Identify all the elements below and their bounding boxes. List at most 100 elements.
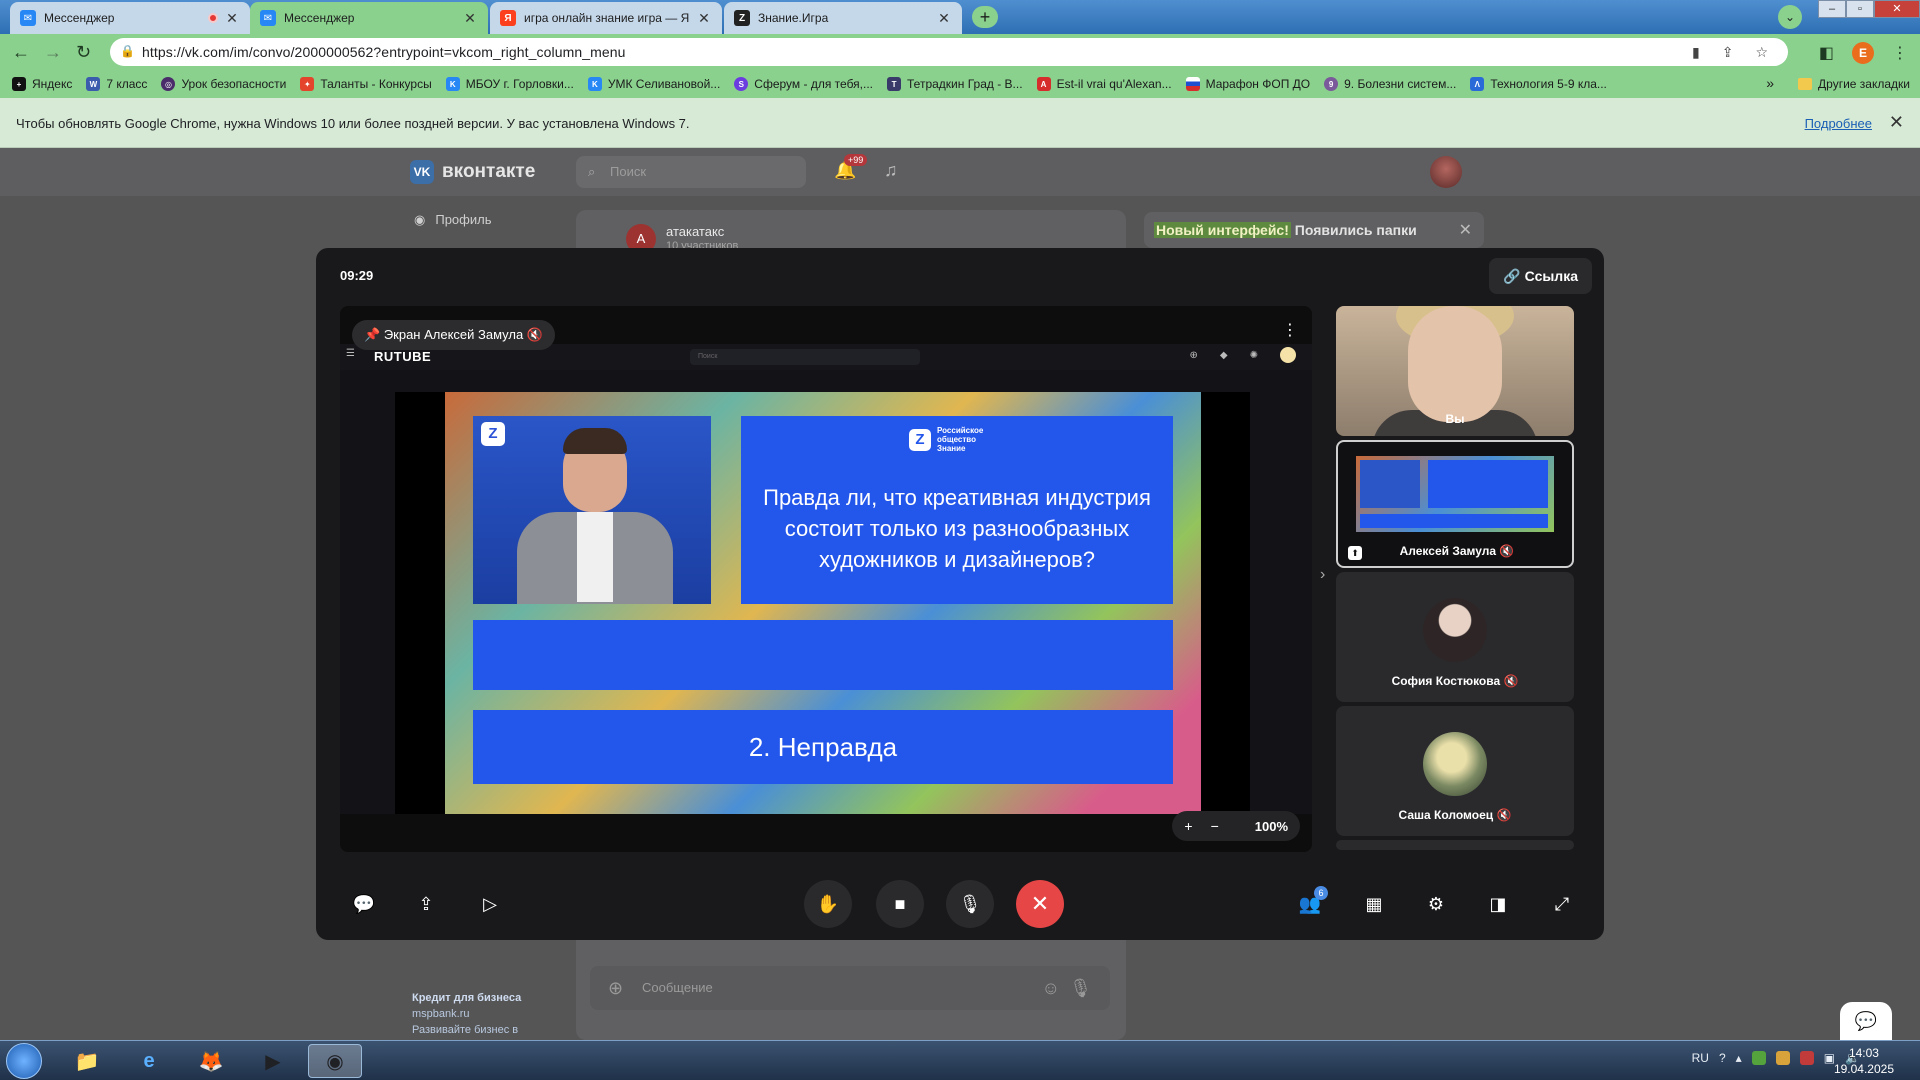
participants-button[interactable]: 👥 6	[1286, 880, 1334, 928]
chevron-right-icon[interactable]: ›	[1320, 566, 1325, 584]
participant-tile-self[interactable]: Вы	[1336, 306, 1574, 436]
profile-avatar[interactable]: E	[1852, 42, 1874, 64]
zoom-in-icon[interactable]: +	[1184, 818, 1192, 834]
ad-domain: mspbank.ru	[412, 1008, 470, 1020]
copy-link-button[interactable]: 🔗 Ссылка	[1489, 258, 1592, 294]
close-icon[interactable]: ✕	[696, 10, 712, 27]
participant-tile-screen-share[interactable]: ⬆ Алексей Замула 🔇	[1336, 440, 1574, 568]
explorer-icon[interactable]: 📁	[60, 1044, 114, 1078]
bookmark-item[interactable]: 9 9. Болезни систем...	[1324, 77, 1456, 91]
music-note-icon[interactable]: ♫	[884, 160, 898, 181]
picture-in-picture-icon[interactable]: ◨	[1474, 880, 1522, 928]
firefox-icon[interactable]: 🦊	[184, 1044, 238, 1078]
start-button[interactable]	[6, 1043, 42, 1079]
bookmark-item[interactable]: K УМК Селивановой...	[587, 77, 720, 91]
attach-plus-icon[interactable]: ⊕	[608, 966, 623, 1010]
vk-user-avatar[interactable]	[1430, 156, 1462, 188]
tab-messenger-2[interactable]: ✉ Мессенджер ✕	[250, 2, 488, 34]
bookmark-item[interactable]: Марафон ФОП ДО	[1185, 77, 1310, 91]
windows-taskbar: 📁 e 🦊 ▶ ◉ RU ? ▴ ▣ 🔈 14:03 19.04.2025	[0, 1040, 1920, 1080]
back-arrow-icon[interactable]: ←	[12, 42, 30, 63]
flag-icon[interactable]	[1799, 1051, 1814, 1065]
media-player-icon[interactable]: ▶	[246, 1044, 300, 1078]
address-bar[interactable]: 🔒 https://vk.com/im/convo/2000000562?ent…	[110, 38, 1788, 66]
close-icon[interactable]: ✕	[936, 10, 952, 27]
close-icon[interactable]: ✕	[1889, 112, 1904, 133]
other-bookmarks[interactable]: Другие закладки	[1798, 77, 1910, 91]
share-icon[interactable]: ⇪	[1722, 44, 1734, 61]
nvidia-icon[interactable]	[1751, 1051, 1766, 1065]
reload-icon[interactable]: ↻	[76, 42, 91, 63]
kebab-menu-icon[interactable]: ⋮	[1282, 320, 1298, 340]
microphone-button[interactable]: 🎙	[946, 880, 994, 928]
microphone-icon[interactable]: 🎙	[1069, 966, 1092, 1010]
gear-icon[interactable]: ⚙	[1412, 880, 1460, 928]
clock-time: 14:03	[1848, 1046, 1879, 1060]
tray-expand-icon[interactable]: ▴	[1736, 1051, 1742, 1065]
window-close-button[interactable]: ✕	[1874, 0, 1920, 18]
vk-search-input[interactable]: ⌕ Поиск	[576, 156, 806, 188]
message-input[interactable]: ⊕ Сообщение ☺ 🎙	[590, 966, 1110, 1010]
raise-hand-button[interactable]: ✋	[804, 880, 852, 928]
address-url[interactable]: https://vk.com/im/convo/2000000562?entry…	[142, 44, 626, 60]
tray-app-icon[interactable]	[1775, 1051, 1790, 1065]
bookmark-item[interactable]: ✦ Таланты - Конкурсы	[300, 77, 432, 91]
kebab-menu-icon[interactable]: ⋮	[1892, 43, 1908, 63]
bookmark-item[interactable]: + Яндекс	[12, 77, 72, 91]
maximize-button[interactable]: ▫	[1846, 0, 1874, 18]
sidebar-item-profile[interactable]: ◉ Профиль	[414, 212, 491, 228]
vk-logo[interactable]: VK вконтакте	[410, 160, 535, 184]
tab-znanie-game[interactable]: Z Знание.Игра ✕	[724, 2, 962, 34]
help-icon[interactable]: ?	[1719, 1051, 1726, 1065]
close-icon[interactable]: ✕	[462, 10, 478, 27]
close-icon[interactable]: ✕	[1459, 220, 1472, 240]
screen-share-stage[interactable]: 📌 Экран Алексей Замула 🔇 ⋮ ☰ RUTUBE Поис…	[340, 306, 1312, 852]
screen-share-icon[interactable]: ⇪	[402, 880, 450, 928]
internet-explorer-icon[interactable]: e	[122, 1044, 176, 1078]
bookmark-item[interactable]: Λ Технология 5-9 кла...	[1470, 77, 1607, 91]
chrome-icon[interactable]: ◉	[308, 1044, 362, 1078]
fullscreen-icon[interactable]: ⤢	[1538, 880, 1586, 928]
bookmark-item[interactable]: S Сферум - для тебя,...	[734, 77, 873, 91]
language-indicator[interactable]: RU	[1692, 1051, 1709, 1065]
close-icon[interactable]: ✕	[224, 10, 240, 27]
chat-name[interactable]: атакатакс	[666, 224, 724, 239]
forward-arrow-icon[interactable]: →	[44, 42, 62, 63]
tab-yandex-search[interactable]: Я игра онлайн знание игра — Янд ✕	[490, 2, 722, 34]
bookmark-item[interactable]: ◎ Урок безопасности	[161, 77, 286, 91]
bookmark-star-icon[interactable]: ☆	[1755, 44, 1768, 61]
camera-in-use-icon[interactable]: ▮	[1692, 44, 1700, 61]
zoom-level: 100%	[1254, 818, 1288, 834]
participant-tile[interactable]: Саша Коломоец 🔇	[1336, 706, 1574, 836]
new-interface-banner: Новый интерфейс! Появились папки ✕	[1144, 212, 1484, 248]
ad-block[interactable]: Кредит для бизнеса mspbank.ru Развивайте…	[412, 990, 521, 1038]
bookmarks-bar: + Яндекс W7 класс ◎ Урок безопасности ✦ Тал…	[0, 70, 1920, 98]
bookmark-item[interactable]: T Тетрадкин Град - В...	[887, 77, 1023, 91]
bookmark-item[interactable]: W7 класс	[86, 77, 147, 91]
thumb-question	[1428, 460, 1548, 508]
infobar-message: Чтобы обновлять Google Chrome, нужна Win…	[16, 116, 690, 131]
bookmark-item[interactable]: A Est-il vrai qu'Alexan...	[1036, 77, 1172, 91]
tab-search-icon[interactable]: ⌄	[1778, 5, 1802, 29]
vk-messenger-icon: ✉	[260, 10, 276, 26]
tab-messenger-1[interactable]: ✉ Мессенджер ✕	[10, 2, 250, 34]
zoom-out-icon[interactable]: −	[1211, 818, 1219, 834]
minimize-button[interactable]: –	[1818, 0, 1846, 18]
quiz-answer: 2. Неправда	[473, 710, 1173, 784]
chat-bubble-fab[interactable]: 💬	[1840, 1002, 1892, 1040]
infobar-more-link[interactable]: Подробнее	[1805, 116, 1872, 131]
bookmark-item[interactable]: K МБОУ г. Горловки...	[445, 77, 574, 91]
end-call-button[interactable]: ✕	[1016, 880, 1064, 928]
media-player-icon[interactable]: ▷	[466, 880, 514, 928]
notifications-bell-icon[interactable]: 🔔 +99	[834, 154, 868, 181]
screen-share-label[interactable]: 📌 Экран Алексей Замула 🔇	[352, 320, 556, 350]
side-panel-icon[interactable]: ◧	[1819, 43, 1834, 63]
emoji-icon[interactable]: ☺	[1042, 966, 1060, 1010]
bookmarks-overflow-icon[interactable]: »	[1766, 75, 1774, 91]
new-tab-button[interactable]: +	[972, 6, 998, 28]
camera-button[interactable]: ■	[876, 880, 924, 928]
participant-tile[interactable]: София Костюкова 🔇	[1336, 572, 1574, 702]
grid-layout-icon[interactable]: ▦	[1350, 880, 1398, 928]
taskbar-clock[interactable]: 14:03 19.04.2025	[1834, 1045, 1894, 1077]
chat-bubble-icon[interactable]: 💬	[340, 880, 388, 928]
